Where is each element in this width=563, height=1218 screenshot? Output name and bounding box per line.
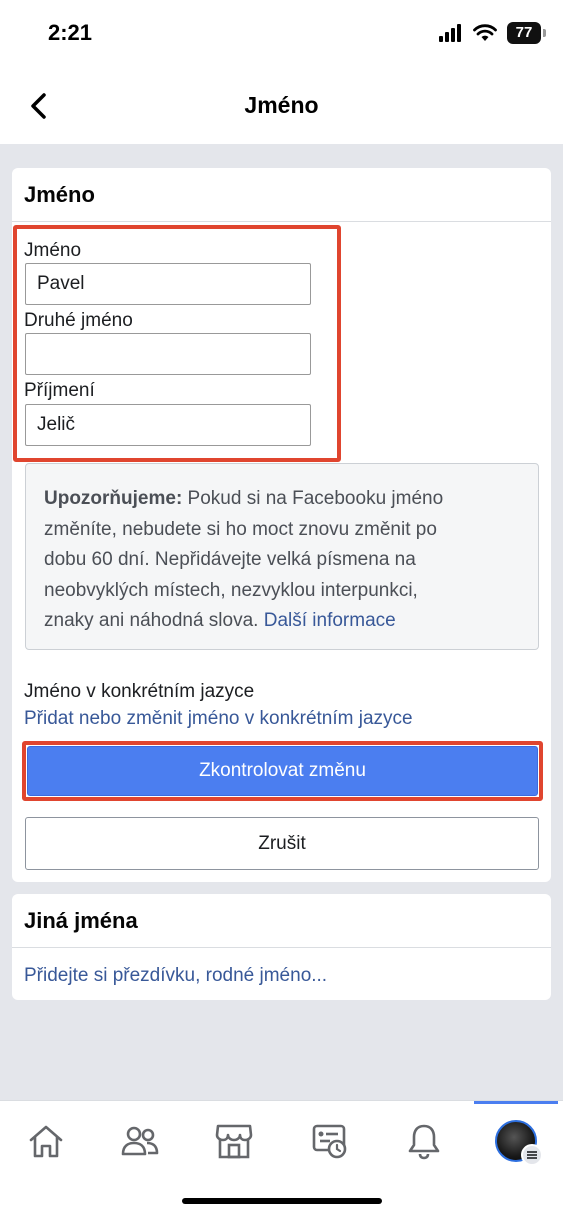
language-name-title: Jméno v konkrétním jazyce [24,681,255,702]
home-icon [29,1125,63,1158]
notice-line-3: dobu 60 dní. Nepřidávejte velká písmena … [44,549,416,570]
tab-marketplace[interactable] [210,1117,258,1165]
more-info-link[interactable]: Další informace [264,610,396,631]
page-title: Jméno [244,92,319,118]
marketplace-icon [215,1124,253,1159]
language-name-link[interactable]: Přidat nebo změnit jméno v konkrétním ja… [24,708,413,730]
status-icons: 77 [439,22,546,44]
add-nickname-link[interactable]: Přidejte si přezdívku, rodné jméno... [24,965,327,987]
middle-name-field[interactable] [25,333,311,375]
menu-badge-icon [521,1144,543,1166]
notice-bold: Upozorňujeme: [44,488,183,509]
notice-line-1: Pokud si na Facebooku jméno [182,488,444,509]
memories-icon [312,1124,347,1159]
tab-profile-menu[interactable] [492,1117,543,1166]
battery-icon: 77 [507,22,546,44]
wifi-icon [473,24,497,41]
middle-name-label: Druhé jméno [24,310,133,331]
avatar [495,1120,543,1166]
bell-icon [408,1124,440,1160]
active-tab-indicator [474,1101,558,1104]
tab-memories[interactable] [306,1117,354,1165]
last-name-field[interactable] [25,404,311,446]
tab-home[interactable] [22,1117,70,1165]
status-bar: 2:21 77 [0,0,563,70]
cancel-button[interactable]: Zrušit [25,817,539,870]
review-change-button[interactable]: Zkontrolovat změnu [27,746,538,796]
first-name-label: Jméno [24,240,82,261]
nav-bar: Jméno [0,70,563,144]
notice-line-2: změníte, nebudete si ho moct znovu změni… [44,518,437,540]
signal-icon [439,24,461,42]
name-card-header: Jméno [12,168,551,222]
tab-notifications[interactable] [400,1117,448,1165]
last-name-label: Příjmení [24,380,95,401]
tab-friends[interactable] [116,1117,164,1165]
status-time: 2:21 [48,20,93,45]
name-change-notice: Upozorňujeme: Pokud si na Facebooku jmén… [25,463,539,650]
other-names-header: Jiná jména [12,894,551,948]
notice-line-5: znaky ani náhodná slova. [44,610,264,631]
friends-icon [121,1126,159,1156]
notice-line-4: neobvyklých místech, nezvyklou interpunk… [44,579,418,601]
home-indicator [182,1198,382,1204]
first-name-field[interactable] [25,263,311,305]
